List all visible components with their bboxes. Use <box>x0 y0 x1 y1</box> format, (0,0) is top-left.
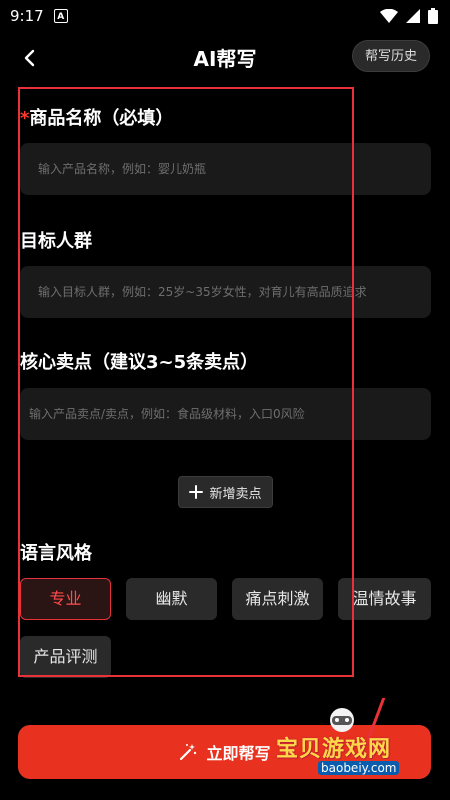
style-label: 语言风格 <box>20 543 92 564</box>
product-name-label: *商品名称（必填） <box>20 104 173 130</box>
style-option-product-review[interactable]: 产品评测 <box>20 636 111 678</box>
add-selling-point-label: 新增卖点 <box>209 486 262 502</box>
selling-points-input[interactable]: 输入产品卖点/卖点，例如：食品级材料，入口0风险 <box>20 388 431 440</box>
style-option-humor[interactable]: 幽默 <box>126 578 217 620</box>
status-bar: 9:17 A <box>0 0 450 32</box>
signal-icon <box>406 9 420 23</box>
product-name-input[interactable]: 输入产品名称，例如：婴儿奶瓶 <box>20 143 431 195</box>
history-button[interactable]: 帮写历史 <box>351 40 430 72</box>
audience-label: 目标人群 <box>20 231 92 252</box>
audience-input[interactable]: 输入目标人群，例如：25岁~35岁女性，对育儿有高品质追求 <box>20 266 431 318</box>
top-bar: AI帮写 帮写历史 <box>0 36 450 80</box>
plus-icon <box>189 485 204 499</box>
product-name-label-text: 商品名称（必填） <box>29 108 174 129</box>
style-option-pain-point[interactable]: 痛点刺激 <box>232 578 323 620</box>
status-time: 9:17 <box>10 7 44 25</box>
magic-wand-icon <box>180 744 197 761</box>
add-selling-point-button[interactable]: 新增卖点 <box>178 476 273 508</box>
watermark-text: 宝贝游戏网 <box>276 737 392 762</box>
battery-icon <box>428 8 438 24</box>
style-option-warm-story[interactable]: 温情故事 <box>338 578 431 620</box>
wifi-icon <box>380 9 398 23</box>
notification-icon: A <box>53 9 68 23</box>
required-mark: * <box>20 108 30 129</box>
generate-button-label: 立即帮写 <box>206 744 271 763</box>
style-option-professional[interactable]: 专业 <box>20 578 111 620</box>
selling-points-label: 核心卖点（建议3~5条卖点） <box>20 352 259 373</box>
watermark-url: baobeiy.com <box>318 761 400 775</box>
